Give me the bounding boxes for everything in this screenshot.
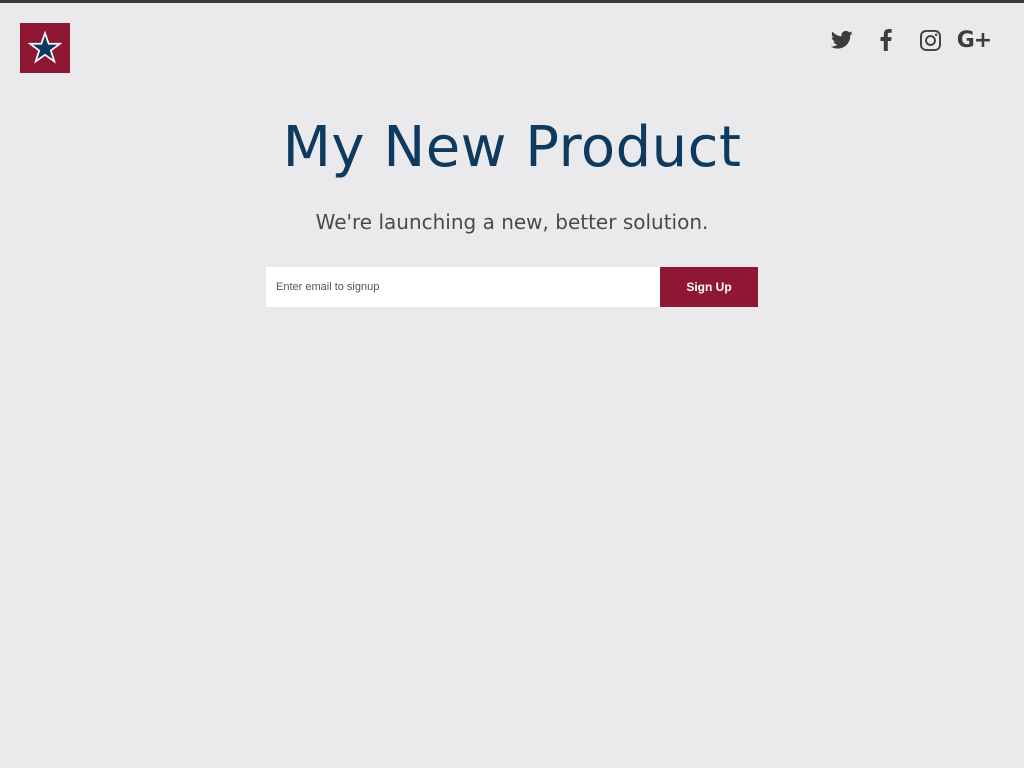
signup-button[interactable]: Sign Up	[660, 267, 758, 307]
logo[interactable]	[20, 23, 70, 73]
star-icon	[28, 31, 62, 64]
social-links: G+	[820, 25, 996, 55]
hero: My New Product We're launching a new, be…	[0, 113, 1024, 235]
instagram-link[interactable]	[908, 25, 952, 55]
twitter-icon	[831, 30, 853, 49]
instagram-icon	[919, 29, 941, 51]
facebook-link[interactable]	[864, 25, 908, 55]
google-plus-icon: G+	[956, 27, 992, 53]
signup-form: Sign Up	[266, 267, 758, 307]
twitter-link[interactable]	[820, 25, 864, 55]
email-field[interactable]	[266, 267, 660, 307]
page-title: My New Product	[282, 115, 742, 180]
google-plus-link[interactable]: G+	[952, 25, 996, 55]
tagline: We're launching a new, better solution.	[315, 210, 709, 234]
facebook-icon	[880, 29, 892, 51]
